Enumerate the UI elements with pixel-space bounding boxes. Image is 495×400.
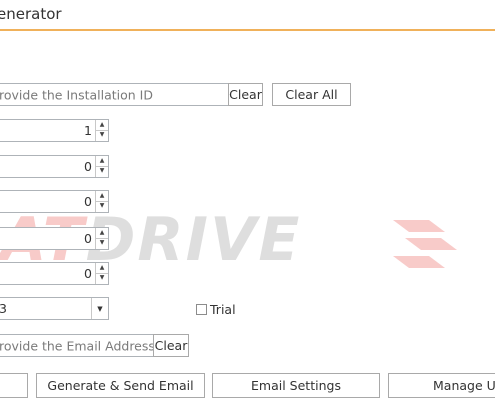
generate-send-email-button[interactable]: Generate & Send Email bbox=[36, 373, 205, 398]
installation-id-input[interactable]: rovide the Installation ID bbox=[0, 83, 229, 106]
numeric-spinner[interactable]: 0 ▲ ▼ bbox=[0, 262, 109, 285]
email-settings-button[interactable]: Email Settings bbox=[212, 373, 380, 398]
dropdown-value: 3 bbox=[0, 301, 7, 316]
email-placeholder: rovide the Email Address bbox=[0, 338, 155, 353]
spin-down-icon[interactable]: ▼ bbox=[96, 238, 108, 248]
numeric-spinner[interactable]: 1 ▲ ▼ bbox=[0, 119, 109, 142]
numeric-spinner[interactable]: 0 ▲ ▼ bbox=[0, 227, 109, 250]
title-bar: enerator bbox=[0, 0, 495, 31]
numeric-spinner[interactable]: 0 ▲ ▼ bbox=[0, 190, 109, 213]
spinner-value: 0 bbox=[84, 194, 92, 209]
email-clear-button[interactable]: Clear bbox=[153, 334, 189, 357]
spinner-value: 0 bbox=[84, 266, 92, 281]
installation-id-placeholder: rovide the Installation ID bbox=[0, 87, 153, 102]
clear-all-button[interactable]: Clear All bbox=[272, 83, 351, 106]
action-button[interactable] bbox=[0, 373, 28, 398]
spinner-value: 1 bbox=[84, 123, 92, 138]
watermark-chevron-icon bbox=[393, 220, 457, 268]
spinner-value: 0 bbox=[84, 231, 92, 246]
spin-down-icon[interactable]: ▼ bbox=[96, 166, 108, 176]
spinner-value: 0 bbox=[84, 159, 92, 174]
trial-checkbox[interactable] bbox=[196, 304, 207, 315]
watermark-part2: DRIVE bbox=[85, 205, 302, 275]
dropdown-select[interactable]: 3 ▼ bbox=[0, 297, 109, 320]
window-title: enerator bbox=[0, 5, 62, 23]
trial-label: Trial bbox=[210, 302, 236, 317]
spin-down-icon[interactable]: ▼ bbox=[96, 273, 108, 283]
numeric-spinner[interactable]: 0 ▲ ▼ bbox=[0, 155, 109, 178]
spin-down-icon[interactable]: ▼ bbox=[96, 130, 108, 140]
manage-users-button[interactable]: Manage Us bbox=[388, 373, 495, 398]
email-input[interactable]: rovide the Email Address bbox=[0, 334, 155, 357]
installation-clear-button[interactable]: Clear bbox=[228, 83, 263, 106]
chevron-down-icon[interactable]: ▼ bbox=[91, 298, 108, 319]
spin-down-icon[interactable]: ▼ bbox=[96, 201, 108, 211]
